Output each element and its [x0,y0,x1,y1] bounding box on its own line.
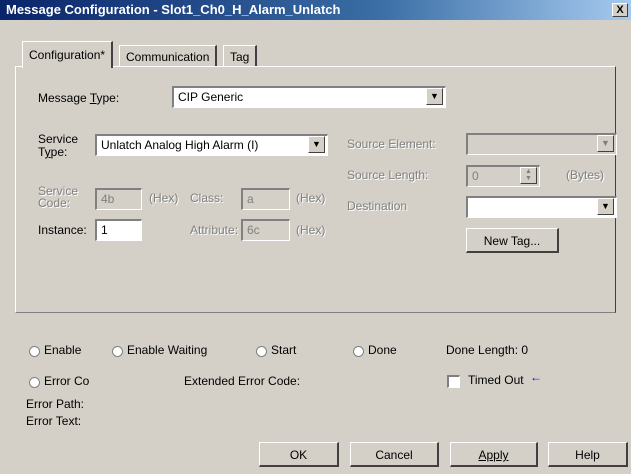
source-length-label: Source Length: [347,168,429,182]
instance-label: Instance: [38,223,87,237]
close-button[interactable]: X [612,3,628,17]
hex-label: (Hex) [296,191,326,205]
apply-button[interactable]: Apply [450,442,538,467]
done-length: Done Length: 0 [446,343,529,357]
tab-configuration[interactable]: Configuration* [22,41,114,68]
new-tag-button[interactable]: New Tag... [466,228,559,253]
source-element-dropdown-button: ▼ [597,135,614,152]
spinner-icon: ▲ ▼ [525,168,532,182]
instance-field[interactable]: 1 [95,219,142,241]
timed-out-checkbox [447,375,460,388]
apply-label: Apply [478,448,509,462]
chevron-down-icon: ▼ [601,201,610,211]
message-type-dropdown-button[interactable]: ▼ [426,88,443,105]
destination-dropdown-button[interactable]: ▼ [597,198,614,215]
new-tag-label: New Tag... [483,234,541,248]
hex-label: (Hex) [149,191,179,205]
service-type-select[interactable]: Unlatch Analog High Alarm (I) [95,134,328,156]
timed-out-label: Timed Out [468,373,524,387]
class-field: a [241,188,290,210]
error-text-label: Error Text: [26,414,82,428]
attribute-label: Attribute: [190,223,239,237]
destination-select[interactable] [466,196,617,218]
bytes-label: (Bytes) [566,168,605,182]
service-type-value: Unlatch Analog High Alarm (I) [101,138,259,152]
error-code-indicator [29,377,40,388]
enable-label: Enable [44,343,82,357]
error-path-label: Error Path: [26,397,85,411]
tab-tag[interactable]: Tag [223,45,258,67]
cancel-label: Cancel [375,448,413,462]
ok-button[interactable]: OK [259,442,339,467]
done-label: Done [368,343,397,357]
tab-label: Communication [126,50,210,64]
enable-waiting-indicator [112,346,123,357]
start-label: Start [271,343,297,357]
hex-label: (Hex) [296,223,326,237]
tab-label: Tag [230,50,250,64]
message-type-label: Message Type: [38,91,120,105]
chevron-down-icon: ▼ [312,139,321,149]
service-code-label: Service Code: [38,184,79,210]
attribute-field: 6c [241,219,290,241]
service-type-label: Service Type: [38,132,79,159]
window-title: Message Configuration - Slot1_Ch0_H_Alar… [6,2,341,17]
tab-label: Configuration* [29,48,106,62]
enable-indicator [29,346,40,357]
message-type-value: CIP Generic [178,90,244,104]
source-element-label: Source Element: [347,137,436,151]
enable-waiting-label: Enable Waiting [127,343,208,357]
source-element-select [466,133,617,155]
destination-label: Destination [347,199,408,213]
ok-label: OK [289,448,308,462]
cancel-button[interactable]: Cancel [350,442,439,467]
chevron-down-icon: ▼ [601,138,610,148]
service-type-dropdown-button[interactable]: ▼ [308,136,325,153]
arrow-left-icon: ← [530,370,542,384]
message-type-select[interactable]: CIP Generic [172,86,446,108]
error-code-label: Error Co [44,374,90,388]
chevron-down-icon: ▼ [430,91,439,101]
service-code-field: 4b [95,188,142,210]
extended-error-code-label: Extended Error Code: [184,374,301,388]
close-icon: X [616,4,624,16]
start-indicator [256,346,267,357]
tab-communication[interactable]: Communication [119,45,218,67]
done-indicator [353,346,364,357]
class-label: Class: [190,191,224,205]
help-button[interactable]: Help [548,442,628,467]
title-bar: Message Configuration - Slot1_Ch0_H_Alar… [0,0,631,20]
source-length-spinner: ▲ ▼ [520,167,537,184]
help-label: Help [575,448,600,462]
